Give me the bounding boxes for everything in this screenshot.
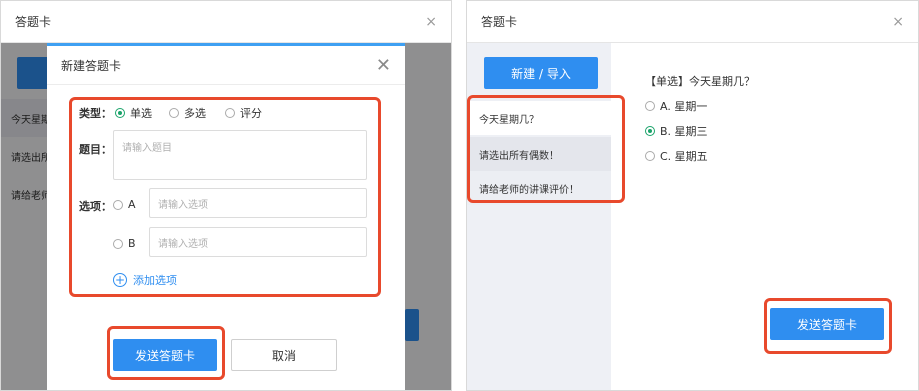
- modal-header: 新建答题卡 ✕: [47, 46, 405, 85]
- question-input[interactable]: 请输入题目: [113, 130, 367, 180]
- right-window-header: 答题卡 ×: [467, 1, 918, 43]
- radio-checked-icon: [645, 126, 655, 136]
- send-card-button[interactable]: 发送答题卡: [113, 339, 217, 371]
- modal-title: 新建答题卡: [61, 58, 122, 73]
- type-radio-single[interactable]: 单选: [115, 105, 152, 121]
- right-send-card-button[interactable]: 发送答题卡: [770, 308, 884, 340]
- type-option-label: 评分: [240, 107, 262, 120]
- type-option-label: 单选: [130, 107, 152, 120]
- option-b-radio[interactable]: B: [113, 237, 136, 250]
- right-window-title: 答题卡: [481, 15, 518, 29]
- radio-checked-icon: [115, 108, 125, 118]
- left-window-close-icon[interactable]: ×: [425, 14, 437, 30]
- plus-circle-icon: +: [113, 273, 127, 287]
- options-label: 选项：: [79, 200, 112, 213]
- answer-option-b[interactable]: B. 星期三: [645, 123, 708, 139]
- type-radio-multi[interactable]: 多选: [169, 105, 206, 121]
- left-window-title: 答题卡: [15, 15, 52, 29]
- radio-icon: [645, 101, 655, 111]
- answer-label: A. 星期一: [660, 100, 708, 113]
- question-label: 题目：: [79, 143, 112, 156]
- radio-icon: [225, 108, 235, 118]
- type-radio-score[interactable]: 评分: [225, 105, 262, 121]
- radio-icon: [169, 108, 179, 118]
- new-import-button[interactable]: 新建 / 导入: [484, 57, 598, 89]
- option-b-input[interactable]: 请输入选项: [149, 227, 367, 257]
- radio-icon: [113, 199, 123, 210]
- answer-label: B. 星期三: [660, 125, 708, 138]
- cancel-button[interactable]: 取消: [231, 339, 337, 371]
- option-letter: B: [128, 237, 136, 250]
- type-option-label: 多选: [184, 107, 206, 120]
- current-question-title: 【单选】今天星期几？: [645, 75, 755, 88]
- radio-icon: [113, 238, 123, 249]
- modal-close-icon[interactable]: ✕: [376, 55, 391, 76]
- option-a-radio[interactable]: A: [113, 198, 136, 211]
- right-window-close-icon[interactable]: ×: [892, 14, 904, 30]
- type-label: 类型：: [79, 107, 112, 120]
- left-window-header: 答题卡 ×: [1, 1, 451, 43]
- right-panel: 答题卡 × 新建 / 导入 今天星期几？ 请选出所有偶数！ 请给老师的讲课评价！…: [466, 0, 919, 391]
- answer-option-a[interactable]: A. 星期一: [645, 98, 707, 114]
- left-panel: 答题卡 × 今天星期 请选出所 请给老师 新建答题卡 ✕ 类型： 单选 多选 评…: [0, 0, 452, 391]
- new-card-modal: 新建答题卡 ✕ 类型： 单选 多选 评分 题目： 请输入题目 选项： A 请输入…: [47, 43, 405, 390]
- answer-label: C. 星期五: [660, 150, 708, 163]
- question-list-highlight: [467, 95, 625, 203]
- option-a-input[interactable]: 请输入选项: [149, 188, 367, 218]
- option-letter: A: [128, 198, 136, 211]
- answer-option-c[interactable]: C. 星期五: [645, 148, 708, 164]
- add-option-button[interactable]: + 添加选项: [113, 272, 177, 288]
- radio-icon: [645, 151, 655, 161]
- add-option-label: 添加选项: [133, 274, 177, 287]
